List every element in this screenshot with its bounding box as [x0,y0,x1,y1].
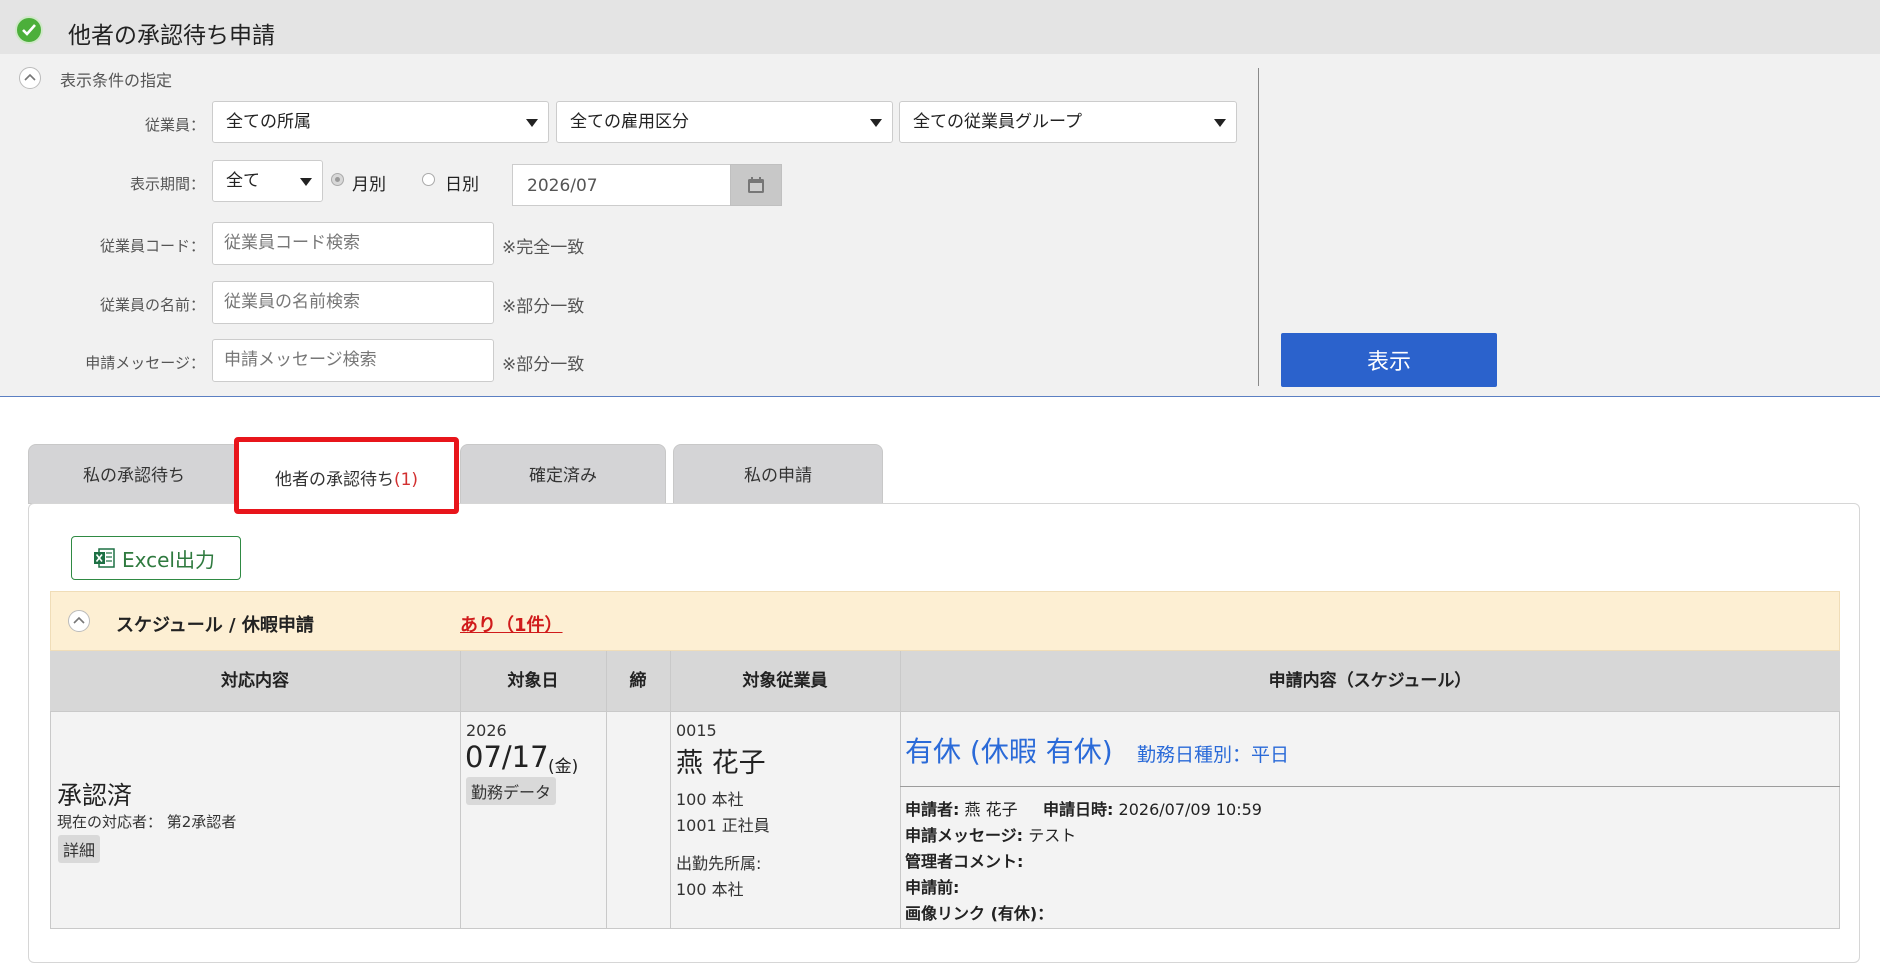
employee-group-select[interactable]: 全ての従業員グループ [899,101,1237,143]
chevron-down-icon [870,119,882,127]
request-message-label: 申請メッセージ： [85,354,205,372]
employee-type: 1001 正社員 [676,816,770,835]
target-year: 2026 [466,721,507,740]
filter-panel: 表示条件の指定 従業員： 全ての所属 全ての雇用区分 全ての従業員グループ 表示… [0,54,1880,397]
employee-label: 従業員： [144,116,205,134]
before-request-line: 申請前: [905,878,960,897]
applied-datetime: 2026/07/09 10:59 [1118,800,1262,819]
work-day-type: 勤務日種別：平日 [1137,744,1290,766]
employee-name-input[interactable]: 従業員の名前検索 [212,281,494,324]
employment-type-select[interactable]: 全ての雇用区分 [556,101,893,143]
col-header-date: 対象日 [507,671,559,691]
chevron-down-icon [526,119,538,127]
target-date: 07/17 [465,740,549,774]
tab-my-pending[interactable]: 私の承認待ち [28,444,240,504]
employee-name-label: 従業員の名前： [99,296,205,314]
period-label: 表示期間： [129,175,205,193]
detail-button[interactable]: 詳細 [58,835,101,863]
monthly-radio[interactable] [331,173,344,186]
excel-icon [94,548,115,568]
employee-code: 0015 [676,721,717,740]
daily-radio[interactable] [422,173,435,186]
image-link-line: 画像リンク (有休)： [905,904,1054,923]
request-divider [900,786,1840,787]
col-divider [606,651,607,929]
employee-department: 100 本社 [676,790,744,809]
check-circle-icon [15,16,43,44]
department-select[interactable]: 全ての所属 [212,101,549,143]
filter-divider [1258,68,1259,386]
tab-others-pending[interactable]: 他者の承認待ち(1) [234,437,459,514]
employee-code-note: ※完全一致 [502,238,585,258]
period-select[interactable]: 全て [212,160,323,202]
request-message-line: 申請メッセージ: テスト [905,826,1077,845]
applicant-line: 申請者: 燕 花子 申請日時: 2026/07/09 10:59 [905,800,1262,819]
month-date-input[interactable]: 2026/07 [512,164,730,206]
title-bar: 他者の承認待ち申請 [0,0,1880,54]
schedule-count-link[interactable]: あり（1件） [460,611,563,637]
chevron-down-icon [1214,119,1226,127]
tab-my-requests[interactable]: 私の申請 [673,444,883,504]
schedule-section-title: スケジュール / 休暇申請 [116,615,314,636]
approval-status: 承認済 [57,781,133,810]
work-destination: 100 本社 [676,880,744,899]
employee-code-input[interactable]: 従業員コード検索 [212,222,494,265]
request-title-link[interactable]: 有休 (休暇 有休) [905,730,1113,770]
filter-section-label: 表示条件の指定 [60,71,173,90]
page-title: 他者の承認待ち申請 [68,23,275,49]
col-header-employee: 対象従業員 [742,671,828,691]
col-divider [670,651,671,929]
collapse-schedule-icon[interactable] [68,610,90,632]
collapse-filter-icon[interactable] [19,67,41,89]
request-message-note: ※部分一致 [502,355,585,375]
target-day-of-week: (金) [548,757,579,777]
employee-code-label: 従業員コード： [99,237,205,255]
schedule-section-header [50,591,1840,651]
show-button[interactable]: 表示 [1281,333,1497,387]
col-divider [900,651,901,929]
calendar-icon [748,177,764,193]
monthly-radio-label: 月別 [352,175,386,195]
col-header-request: 申請内容（スケジュール） [1268,671,1472,691]
calendar-button[interactable] [730,164,782,206]
current-handler: 現在の対応者： 第2承認者 [57,813,237,831]
admin-comment-line: 管理者コメント: [905,852,1024,871]
col-divider [460,651,461,929]
employee-name-note: ※部分一致 [502,297,585,317]
col-header-action: 対応内容 [221,671,289,691]
col-header-closing: 締 [629,671,647,691]
tab-confirmed[interactable]: 確定済み [460,444,666,504]
employee-name: 燕 花子 [676,748,766,779]
applicant-name: 燕 花子 [964,800,1018,819]
chevron-down-icon [300,178,312,186]
daily-radio-label: 日別 [445,175,479,195]
request-message: テスト [1028,826,1077,845]
work-destination-label: 出勤先所属: [676,854,762,873]
excel-export-button[interactable]: Excel出力 [71,536,241,580]
work-data-button[interactable]: 勤務データ [466,777,557,805]
tab-count-badge: (1) [393,470,419,490]
request-message-input[interactable]: 申請メッセージ検索 [212,339,494,382]
